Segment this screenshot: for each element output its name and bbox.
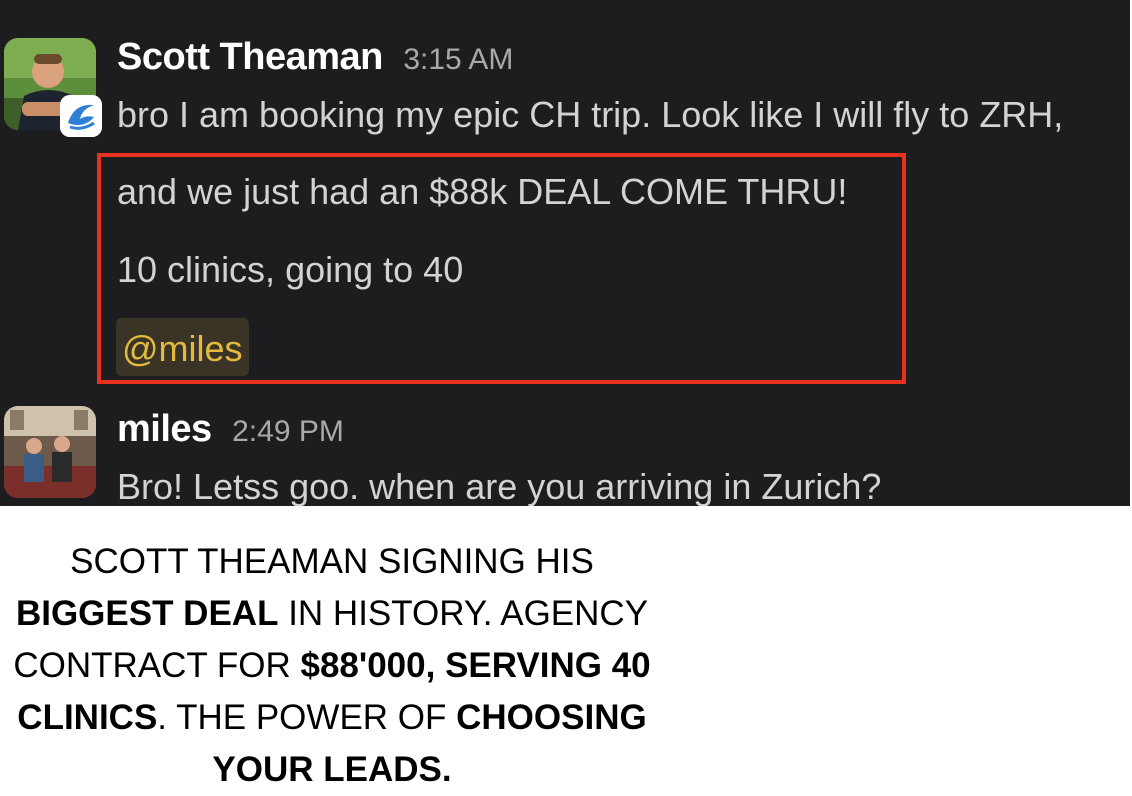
message-line: bro I am booking my epic CH trip. Look l…	[117, 94, 1064, 135]
caption-part: . THE POWER OF	[157, 698, 457, 737]
message-timestamp[interactable]: 3:15 AM	[403, 43, 513, 76]
message-line: Bro! Letss goo. when are you arriving in…	[117, 466, 882, 506]
author-name[interactable]: miles	[117, 408, 212, 450]
message-line: and we just had an $88k DEAL COME THRU!	[117, 171, 848, 212]
chat-screenshot: Scott Theaman 3:15 AM bro I am booking m…	[0, 0, 1130, 506]
message-line: 10 clinics, going to 40	[117, 249, 464, 290]
message-timestamp[interactable]: 2:49 PM	[232, 415, 344, 448]
message-header-miles: miles 2:49 PM	[117, 408, 344, 451]
message-header-scott: Scott Theaman 3:15 AM	[117, 36, 513, 79]
caption-bold: BIGGEST DEAL	[15, 594, 279, 633]
avatar-miles[interactable]	[4, 406, 96, 498]
caption-text: SCOTT THEAMAN SIGNING HIS BIGGEST DEAL I…	[0, 536, 664, 796]
caption-part: SCOTT THEAMAN SIGNING HIS	[70, 542, 594, 581]
author-name[interactable]: Scott Theaman	[117, 36, 383, 78]
user-mention[interactable]: @miles	[116, 318, 249, 376]
app-badge-icon	[60, 95, 102, 137]
